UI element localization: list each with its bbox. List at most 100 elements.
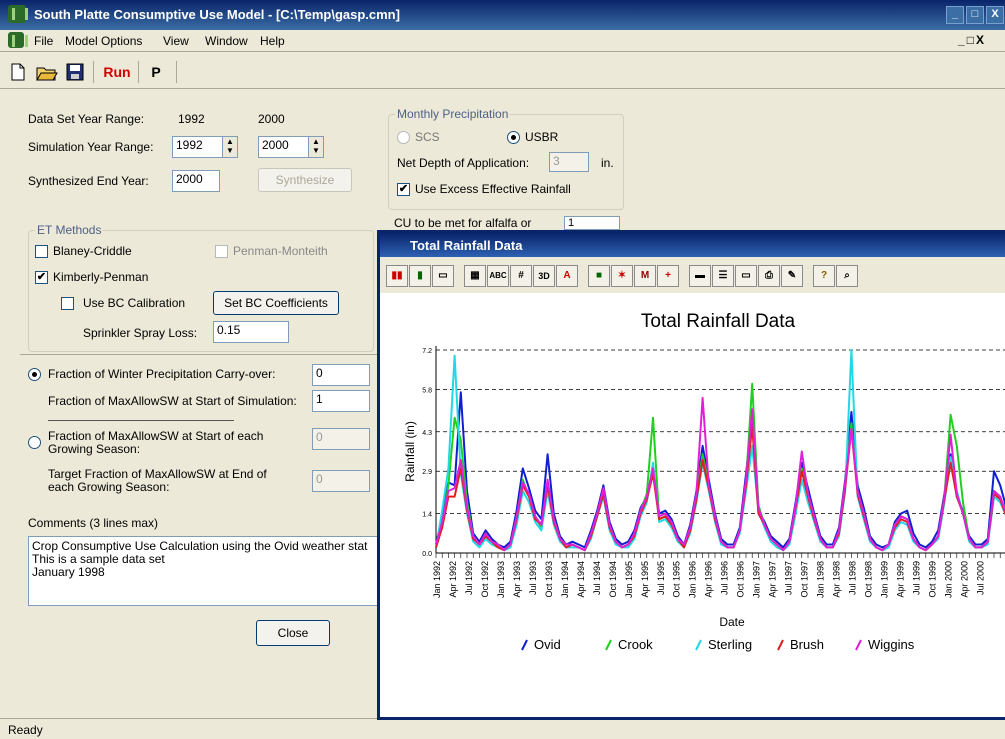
maximize-icon: □ xyxy=(971,8,979,20)
open-folder-icon[interactable] xyxy=(36,63,58,81)
et-methods-title: ET Methods xyxy=(35,223,104,237)
save-icon[interactable] xyxy=(66,63,84,81)
grid-lines-icon[interactable]: # xyxy=(510,265,532,287)
label-icon[interactable]: ▭ xyxy=(735,265,757,287)
x-tick-label: Apr 1995 xyxy=(640,561,650,598)
table-icon[interactable]: ▦ xyxy=(464,265,486,287)
x-tick-label: Jul 1998 xyxy=(848,561,858,595)
menu-view[interactable]: View xyxy=(163,34,189,48)
menu-help[interactable]: Help xyxy=(260,34,285,48)
series-line xyxy=(435,382,1005,552)
net-depth-unit: in. xyxy=(601,156,614,170)
net-depth-field[interactable]: 3 xyxy=(549,152,589,172)
legend-entry: Ovid xyxy=(534,637,561,652)
palette-icon[interactable]: ✶ xyxy=(611,265,633,287)
maxallow-start-label: Fraction of MaxAllowSW at Start of Simul… xyxy=(48,394,297,408)
sprinkler-spray-loss-label: Sprinkler Spray Loss: xyxy=(83,326,198,340)
maxallow-start-field[interactable]: 1 xyxy=(312,390,370,412)
winter-carryover-label: Fraction of Winter Precipitation Carry-o… xyxy=(48,367,276,381)
y-tick-label: 4.3 xyxy=(422,430,432,437)
3d-view-icon[interactable]: 3D xyxy=(533,265,555,287)
target-fraction-field[interactable]: 0 xyxy=(312,470,370,492)
text-abc-icon[interactable]: ABC xyxy=(487,265,509,287)
maxallow-each-radio[interactable] xyxy=(28,436,41,449)
synthesized-end-year-field[interactable]: 2000 xyxy=(172,170,220,192)
x-tick-label: Apr 1994 xyxy=(576,561,586,598)
p-button[interactable]: P xyxy=(148,62,164,82)
y-tick-label: 2.9 xyxy=(422,469,432,476)
scs-label: SCS xyxy=(415,130,440,144)
minimize-button[interactable]: _ xyxy=(946,6,964,24)
run-button[interactable]: Run xyxy=(101,62,133,82)
blaney-criddle-checkbox[interactable] xyxy=(35,245,48,258)
maxallow-each-field[interactable]: 0 xyxy=(312,428,370,450)
sim-start-field[interactable]: 1992 ▲ ▼ xyxy=(172,136,238,158)
chart-window[interactable]: Total Rainfall Data ▮▮ ▮ ▭ ▦ ABC # 3D A … xyxy=(377,230,1005,720)
set-bc-coefficients-button[interactable]: Set BC Coefficients xyxy=(213,291,339,315)
sim-end-field[interactable]: 2000 ▲ ▼ xyxy=(258,136,324,158)
help-icon[interactable]: ? xyxy=(813,265,835,287)
usbr-radio[interactable] xyxy=(507,131,520,144)
menu-window[interactable]: Window xyxy=(205,34,248,48)
x-tick-label: Jan 2000 xyxy=(943,561,953,598)
maximize-button[interactable]: □ xyxy=(966,6,984,24)
chart-toolbar: ▮▮ ▮ ▭ ▦ ABC # 3D A ■ ✶ M + ▬ ☰ ▭ ⎙ ✎ ? … xyxy=(380,257,1005,293)
comments-textarea[interactable]: Crop Consumptive Use Calculation using t… xyxy=(28,536,382,606)
synthesized-end-year-label: Synthesized End Year: xyxy=(28,174,149,188)
winter-carryover-radio[interactable] xyxy=(28,368,41,381)
x-tick-label: Jan 1992 xyxy=(432,561,442,598)
mdi-restore-icon[interactable]: □ xyxy=(967,33,976,47)
new-file-icon[interactable] xyxy=(10,63,26,81)
scs-radio[interactable] xyxy=(397,131,410,144)
x-tick-label: Jan 1993 xyxy=(496,561,506,598)
cu-field[interactable]: 1 xyxy=(564,216,620,230)
maxallow-each-label: Fraction of MaxAllowSW at Start of each … xyxy=(48,429,264,456)
series-list-icon[interactable]: ☰ xyxy=(712,265,734,287)
synthesize-button[interactable]: Synthesize xyxy=(258,168,352,192)
toolbar-separator xyxy=(138,61,139,83)
crosshair-icon[interactable]: + xyxy=(657,265,679,287)
legend-icon[interactable]: ▬ xyxy=(689,265,711,287)
y-tick-label: 0.0 xyxy=(422,551,432,558)
et-methods-group: ET Methods Blaney-Criddle Penman-Monteit… xyxy=(28,223,374,352)
x-tick-label: Jan 1999 xyxy=(880,561,890,598)
x-tick-label: Apr 1998 xyxy=(832,561,842,598)
use-bc-calibration-checkbox[interactable] xyxy=(61,297,74,310)
zoom-icon[interactable]: ⌕ xyxy=(836,265,858,287)
penman-monteith-checkbox[interactable] xyxy=(215,245,228,258)
x-tick-label: Apr 1992 xyxy=(448,561,458,598)
mdi-close-icon[interactable]: X xyxy=(976,33,986,47)
x-tick-label: Jul 2000 xyxy=(975,561,985,595)
pencil-icon[interactable]: ✎ xyxy=(781,265,803,287)
use-bc-calibration-label: Use BC Calibration xyxy=(83,296,186,310)
kimberly-penman-checkbox[interactable]: ✔ xyxy=(35,271,48,284)
bar-chart-icon[interactable]: ▮▮ xyxy=(386,265,408,287)
3d-bar-icon[interactable]: ▮ xyxy=(409,265,431,287)
close-button[interactable]: Close xyxy=(256,620,330,646)
pattern-icon[interactable]: M xyxy=(634,265,656,287)
winter-carryover-field[interactable]: 0 xyxy=(312,364,370,386)
net-depth-label: Net Depth of Application: xyxy=(397,156,530,170)
status-text: Ready xyxy=(8,723,43,737)
spin-updown-icon[interactable]: ▲ ▼ xyxy=(222,137,237,157)
x-tick-label: Oct 1998 xyxy=(864,561,874,598)
x-tick-label: Jul 1994 xyxy=(592,561,602,595)
legend-entry: Wiggins xyxy=(868,637,915,652)
font-icon[interactable]: A xyxy=(556,265,578,287)
use-excess-rainfall-checkbox[interactable]: ✔ xyxy=(397,183,410,196)
stacked-bar-icon[interactable]: ▭ xyxy=(432,265,454,287)
chart-title: Total Rainfall Data xyxy=(641,311,796,332)
mdi-minimize-icon[interactable]: _ xyxy=(958,33,967,47)
x-tick-label: Jul 1997 xyxy=(784,561,794,595)
sprinkler-spray-loss-field[interactable]: 0.15 xyxy=(213,321,289,343)
color-icon[interactable]: ■ xyxy=(588,265,610,287)
mdi-controls[interactable]: _□X xyxy=(958,33,986,47)
legend-swatch xyxy=(605,639,612,651)
menu-model-options[interactable]: Model Options xyxy=(65,34,142,48)
menu-file[interactable]: File xyxy=(34,34,53,48)
spin-updown-icon[interactable]: ▲ ▼ xyxy=(308,137,323,157)
x-tick-label: Apr 1996 xyxy=(704,561,714,598)
print-icon[interactable]: ⎙ xyxy=(758,265,780,287)
window-title: South Platte Consumptive Use Model - [C:… xyxy=(34,7,400,22)
close-window-button[interactable]: X xyxy=(986,6,1004,24)
